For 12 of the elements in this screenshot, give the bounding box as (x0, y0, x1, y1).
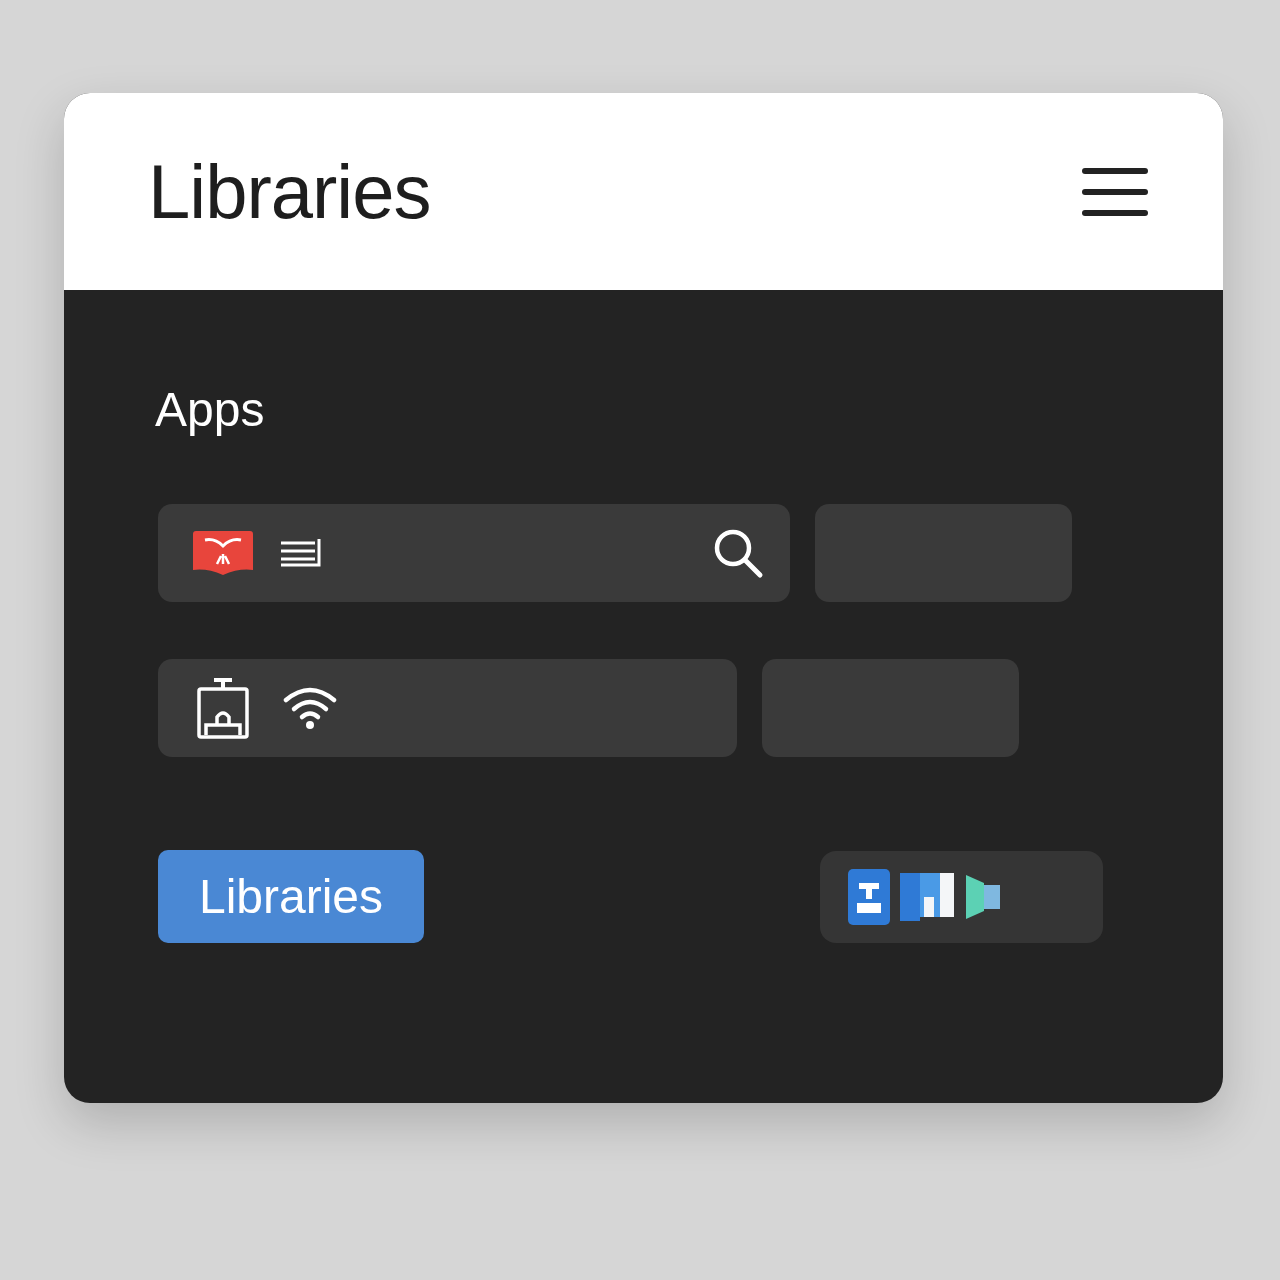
search-icon[interactable] (712, 527, 764, 579)
section-title: Apps (155, 382, 266, 438)
menu-icon[interactable] (1082, 167, 1148, 216)
list-icon (279, 539, 323, 567)
libraries-button[interactable]: Libraries (158, 850, 424, 943)
app-icon[interactable] (848, 868, 890, 925)
app-bar[interactable] (158, 659, 737, 757)
wifi-icon[interactable] (282, 686, 338, 730)
search-bar[interactable] (158, 504, 790, 602)
device-icon[interactable] (196, 677, 250, 739)
page-title: Libraries (148, 148, 431, 235)
book-icon[interactable] (191, 530, 255, 576)
